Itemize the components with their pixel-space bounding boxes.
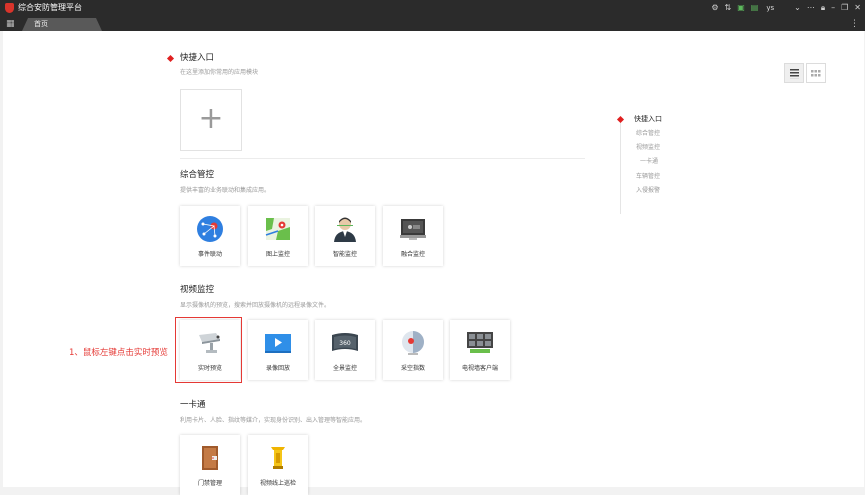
app-card-online-patrol[interactable]: 视频线上巡检 (248, 435, 308, 495)
close-icon[interactable]: ✕ (854, 2, 861, 14)
add-quick-entry-button[interactable]: + (180, 89, 242, 151)
panorama-icon: 360 (331, 329, 359, 357)
anchor-video[interactable]: 视频监控 (636, 144, 660, 152)
quick-entry-marker-icon (167, 55, 174, 62)
app-card-event-linkage[interactable]: 事件联动 (180, 206, 240, 266)
anchor-vehicle[interactable]: 车辆管控 (636, 173, 660, 181)
app-card-map-monitoring[interactable]: 图上监控 (248, 206, 308, 266)
anchor-quick-entry[interactable]: 快捷入口 (634, 115, 662, 123)
main-content: 快捷入口 在这里添加你常用的应用模块 + 快捷入口 综合管控 视频监控 一卡通 … (3, 31, 864, 487)
lock-icon[interactable]: 🔒︎ (821, 2, 825, 14)
app-logo-icon (5, 3, 14, 13)
video-wall-icon (466, 329, 494, 357)
card-label: 融合监控 (383, 251, 443, 259)
card-label: 全景监控 (315, 365, 375, 373)
door-icon (196, 444, 224, 472)
restore-icon[interactable]: ❐ (841, 2, 848, 14)
map-monitoring-icon (264, 215, 292, 243)
card-label: 智能监控 (315, 251, 375, 259)
vertical-more-icon[interactable]: ⋮ (850, 18, 859, 30)
app-card-air-index[interactable]: 采空指数 (383, 320, 443, 380)
device-icon[interactable]: ▤ (751, 2, 759, 14)
gear-icon[interactable]: ⚙ (711, 2, 718, 14)
playback-icon (264, 329, 292, 357)
tab-label: 首页 (34, 19, 48, 30)
sort-icon[interactable]: ⇅ (725, 2, 732, 14)
anchor-card[interactable]: 一卡通 (640, 158, 658, 166)
section-divider (180, 158, 585, 159)
card-label: 电视墙客户端 (450, 365, 510, 373)
app-card-fusion-monitoring[interactable]: 融合监控 (383, 206, 443, 266)
video-desc: 显示摄像机的预览，搜索并回放摄像机的远程录像文件。 (180, 302, 330, 310)
user-name[interactable]: ys (766, 2, 774, 14)
list-view-button[interactable] (784, 63, 804, 83)
app-card-playback[interactable]: 录像回放 (248, 320, 308, 380)
globe-index-icon (399, 329, 427, 357)
integrated-title: 综合管控 (180, 170, 214, 181)
monitor-icon[interactable]: ▣ (737, 2, 745, 14)
highlight-box-live-preview (175, 317, 242, 383)
app-title: 综合安防管理平台 (18, 2, 82, 14)
grid-view-button[interactable] (806, 63, 826, 83)
anchor-integrated[interactable]: 综合管控 (636, 130, 660, 138)
card-label: 图上监控 (248, 251, 308, 259)
instruction-annotation: 1、鼠标左键点击实时预览 (69, 347, 168, 359)
integrated-desc: 提供丰富的业务联动和集成应用。 (180, 187, 270, 195)
plus-icon: + (181, 90, 241, 150)
card-label: 录像回放 (248, 365, 308, 373)
app-card-panorama[interactable]: 360 全景监控 (315, 320, 375, 380)
anchor-active-marker-icon (617, 116, 624, 123)
title-bar-controls: ⚙ ⇅ ▣ ▤ ys ⌄ ⋯ 🔒︎ – ❐ ✕ (711, 2, 861, 14)
card-section-desc: 利用卡片、人脸、指纹等媒介，实现身份识别、出入管理等智能应用。 (180, 417, 366, 425)
chevron-down-icon[interactable]: ⌄ (794, 2, 801, 14)
tab-bar: ▦ 首页 ⋮ (0, 17, 865, 31)
apps-grid-icon[interactable]: ▦ (6, 19, 16, 29)
smart-monitoring-icon (331, 215, 359, 243)
video-title: 视频监控 (180, 285, 214, 296)
list-view-icon (785, 64, 803, 82)
quick-entry-title: 快捷入口 (180, 53, 214, 64)
tab-home[interactable]: 首页 (22, 18, 102, 31)
anchor-alarm[interactable]: 入侵报警 (636, 187, 660, 195)
card-label: 事件联动 (180, 251, 240, 259)
grid-view-icon (807, 64, 825, 82)
app-card-access-control[interactable]: 门禁管理 (180, 435, 240, 495)
title-bar: 综合安防管理平台 ⚙ ⇅ ▣ ▤ ys ⌄ ⋯ 🔒︎ – ❐ ✕ (0, 0, 865, 17)
svg-text:360: 360 (339, 340, 351, 347)
patrol-icon (264, 444, 292, 472)
fusion-monitoring-icon (399, 215, 427, 243)
anchor-nav-line (620, 119, 621, 214)
quick-entry-desc: 在这里添加你常用的应用模块 (180, 69, 258, 77)
card-section-title: 一卡通 (180, 400, 206, 411)
app-card-smart-monitoring[interactable]: 智能监控 (315, 206, 375, 266)
card-label: 采空指数 (383, 365, 443, 373)
minimize-icon[interactable]: – (831, 2, 835, 14)
app-card-video-wall[interactable]: 电视墙客户端 (450, 320, 510, 380)
more-icon[interactable]: ⋯ (807, 2, 815, 14)
event-linkage-icon (196, 215, 224, 243)
